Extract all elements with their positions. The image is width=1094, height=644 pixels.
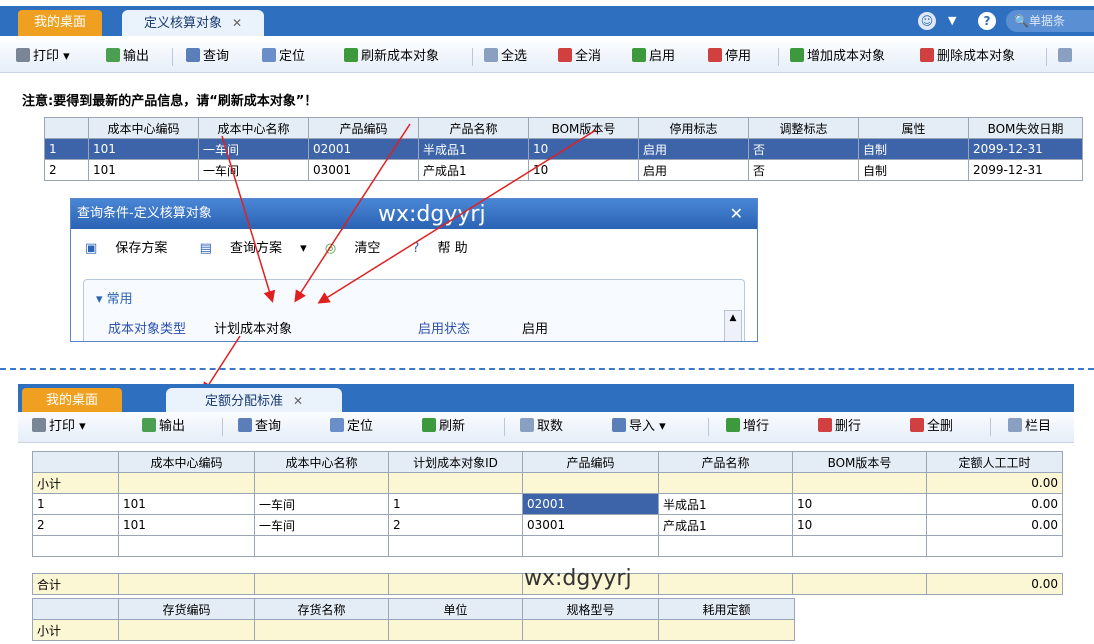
col-header[interactable]: 规格型号 (522, 598, 659, 620)
cell[interactable]: 10 (792, 514, 927, 536)
corner-cell (32, 598, 119, 620)
row-number: 2 (32, 514, 119, 536)
subtotal-row: 小计 (32, 619, 795, 641)
printer-icon (32, 418, 46, 432)
cell[interactable]: 0.00 (926, 514, 1063, 536)
table-row[interactable]: 1 101 一车间 1 02001 半成品1 10 0.00 (32, 493, 1063, 515)
toolbar-separator (222, 418, 223, 436)
subtotal-value: 0.00 (926, 472, 1063, 494)
col-header[interactable]: 存货编码 (118, 598, 255, 620)
delete-all-button[interactable]: 全删 (910, 418, 953, 436)
export-button[interactable]: 输出 (142, 418, 185, 436)
tab-my-desktop[interactable]: 我的桌面 (22, 388, 122, 414)
toolbar-separator (708, 418, 709, 436)
bottom-toolbar: 打印 ▾ 输出 查询 定位 刷新 取数 导入 ▾ 增行 删行 全删 栏目 (18, 412, 1074, 443)
cell[interactable]: 2 (388, 514, 523, 536)
cell[interactable]: 10 (792, 493, 927, 515)
bottom-tab-bar: 我的桌面 定额分配标准 ✕ (18, 384, 1074, 414)
toolbar-separator (504, 418, 505, 436)
cell[interactable]: 03001 (522, 514, 659, 536)
delete-all-icon (910, 418, 924, 432)
corner-cell (32, 451, 119, 473)
locate-button[interactable]: 定位 (330, 418, 373, 436)
delete-row-icon (818, 418, 832, 432)
col-header[interactable]: 产品编码 (522, 451, 659, 473)
col-header[interactable]: 计划成本对象ID (388, 451, 523, 473)
query-icon (238, 418, 252, 432)
cell[interactable]: 半成品1 (658, 493, 793, 515)
col-header[interactable]: BOM版本号 (792, 451, 927, 473)
tab-quota-allocation[interactable]: 定额分配标准 ✕ (166, 388, 342, 414)
grid-header-row: 存货编码 存货名称 单位 规格型号 耗用定额 (32, 598, 795, 620)
cell[interactable]: 02001 (522, 493, 659, 515)
table-row[interactable]: 2 101 一车间 2 03001 产成品1 10 0.00 (32, 514, 1063, 536)
cell[interactable]: 一车间 (254, 493, 389, 515)
tab-label: 定额分配标准 (204, 394, 283, 409)
cell[interactable]: 101 (118, 514, 255, 536)
cell[interactable]: 0.00 (926, 493, 1063, 515)
col-header[interactable]: 产品名称 (658, 451, 793, 473)
col-header[interactable]: 耗用定额 (658, 598, 795, 620)
materials-grid: 存货编码 存货名称 单位 规格型号 耗用定额 小计 (32, 598, 795, 641)
add-row-button[interactable]: 增行 (726, 418, 769, 436)
import-button[interactable]: 导入 ▾ (612, 418, 666, 436)
col-header[interactable]: 单位 (388, 598, 523, 620)
fetch-icon (520, 418, 534, 432)
add-row-icon (726, 418, 740, 432)
subtotal-label: 小计 (32, 619, 119, 641)
toolbar-separator (990, 418, 991, 436)
col-header[interactable]: 成本中心名称 (254, 451, 389, 473)
fetch-button[interactable]: 取数 (520, 418, 563, 436)
refresh-icon (422, 418, 436, 432)
columns-icon (1008, 418, 1022, 432)
col-header[interactable]: 定额人工工时 (926, 451, 1063, 473)
watermark: wx:dgyyrj (524, 566, 632, 591)
grid-header-row: 成本中心编码 成本中心名称 计划成本对象ID 产品编码 产品名称 BOM版本号 … (32, 451, 1063, 473)
refresh-button[interactable]: 刷新 (422, 418, 465, 436)
total-value: 0.00 (926, 573, 1063, 595)
total-label: 合计 (32, 573, 119, 595)
query-button[interactable]: 查询 (238, 418, 281, 436)
delete-row-button[interactable]: 删行 (818, 418, 861, 436)
columns-button[interactable]: 栏目 (1008, 418, 1051, 436)
row-number: 1 (32, 493, 119, 515)
close-icon[interactable]: ✕ (293, 394, 303, 408)
empty-row[interactable] (32, 535, 1063, 557)
export-icon (142, 418, 156, 432)
divider (0, 368, 1094, 370)
subtotal-row: 小计 0.00 (32, 472, 1063, 494)
cell[interactable]: 101 (118, 493, 255, 515)
cell[interactable]: 1 (388, 493, 523, 515)
col-header[interactable]: 成本中心编码 (118, 451, 255, 473)
cell[interactable]: 产成品1 (658, 514, 793, 536)
cell[interactable]: 一车间 (254, 514, 389, 536)
locate-icon (330, 418, 344, 432)
subtotal-label: 小计 (32, 472, 119, 494)
import-icon (612, 418, 626, 432)
print-button[interactable]: 打印 ▾ (32, 418, 86, 436)
col-header[interactable]: 存货名称 (254, 598, 389, 620)
